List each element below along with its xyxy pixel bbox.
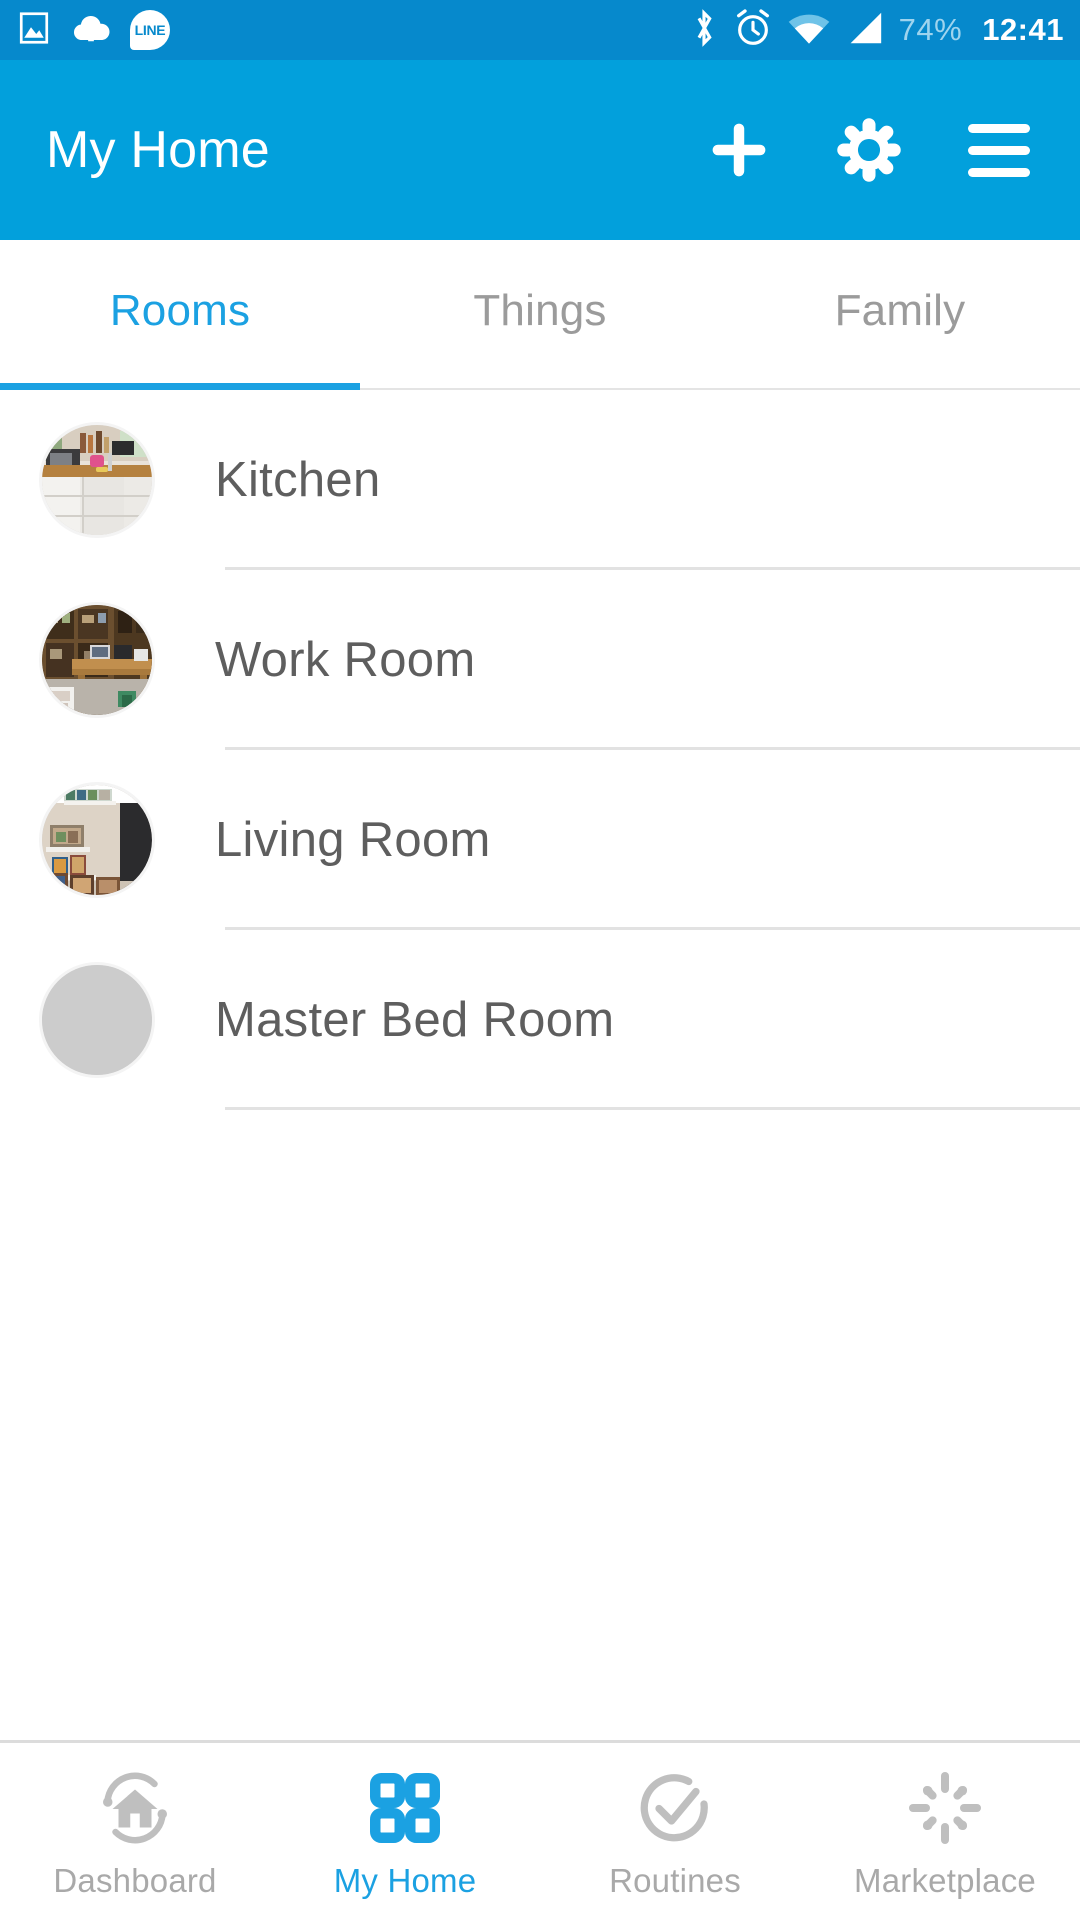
status-bar-left-icons: LINE — [16, 10, 170, 51]
dashboard-home-sync-icon — [95, 1764, 175, 1852]
nav-label-my-home: My Home — [333, 1861, 477, 1899]
burst-icon — [905, 1764, 985, 1852]
nav-item-dashboard[interactable]: Dashboard — [0, 1743, 270, 1920]
kitchen-photo — [42, 425, 152, 535]
menu-button[interactable] — [962, 113, 1036, 187]
settings-button[interactable] — [832, 113, 906, 187]
room-list: Kitchen Work Room Living Room Master Bed… — [0, 390, 1080, 1740]
table-row[interactable]: Work Room — [0, 570, 1080, 750]
battery-percent: 74% — [898, 12, 963, 47]
hamburger-icon — [968, 123, 1030, 177]
table-row[interactable]: Living Room — [0, 750, 1080, 930]
alarm-clock-icon — [733, 8, 773, 53]
bottom-navigation: Dashboard My Home Routines Marketplace — [0, 1740, 1080, 1920]
row-divider — [225, 1107, 1080, 1110]
table-row[interactable]: Master Bed Room — [0, 930, 1080, 1110]
cellular-signal-icon — [845, 10, 885, 51]
nav-item-marketplace[interactable]: Marketplace — [810, 1743, 1080, 1920]
living-room-photo — [42, 785, 152, 895]
app-root: LINE 74% 12:41 My Home Rooms Things Fami… — [0, 0, 1080, 1920]
add-button[interactable] — [702, 113, 776, 187]
avatar — [42, 605, 152, 715]
nav-label-marketplace: Marketplace — [854, 1861, 1036, 1899]
clock-time: 12:41 — [982, 12, 1064, 47]
tab-things-label: Things — [473, 286, 607, 335]
image-icon — [16, 10, 52, 51]
nav-item-routines[interactable]: Routines — [540, 1743, 810, 1920]
tab-bar: Rooms Things Family — [0, 240, 1080, 390]
plus-icon — [712, 123, 766, 177]
avatar — [42, 785, 152, 895]
room-name: Master Bed Room — [215, 993, 615, 1047]
status-bar-right-icons: 74% 12:41 — [689, 8, 1064, 53]
tab-rooms-label: Rooms — [109, 286, 251, 335]
app-bar-actions — [702, 113, 1036, 187]
line-app-label: LINE — [134, 22, 166, 38]
nav-item-my-home[interactable]: My Home — [270, 1743, 540, 1920]
tab-family[interactable]: Family — [720, 240, 1080, 388]
table-row[interactable]: Kitchen — [0, 390, 1080, 570]
tab-things[interactable]: Things — [360, 240, 720, 388]
gear-icon — [837, 118, 901, 182]
bluetooth-icon — [689, 8, 719, 53]
line-app-icon: LINE — [130, 10, 170, 50]
work-room-photo — [42, 605, 152, 715]
tab-family-label: Family — [834, 286, 966, 335]
cloud-upload-icon — [70, 10, 112, 51]
grid-squares-icon — [365, 1764, 445, 1852]
tab-active-indicator — [0, 383, 360, 390]
avatar — [42, 965, 152, 1075]
room-name: Work Room — [215, 633, 476, 687]
wifi-icon — [787, 10, 831, 51]
app-bar: My Home — [0, 60, 1080, 240]
room-name: Kitchen — [215, 453, 381, 507]
check-circle-icon — [635, 1764, 715, 1852]
tab-rooms[interactable]: Rooms — [0, 240, 360, 388]
room-name: Living Room — [215, 813, 491, 867]
nav-label-dashboard: Dashboard — [53, 1861, 217, 1899]
avatar — [42, 425, 152, 535]
status-bar: LINE 74% 12:41 — [0, 0, 1080, 60]
placeholder-avatar-icon — [42, 965, 152, 1075]
page-title: My Home — [46, 121, 270, 179]
nav-label-routines: Routines — [609, 1861, 741, 1899]
